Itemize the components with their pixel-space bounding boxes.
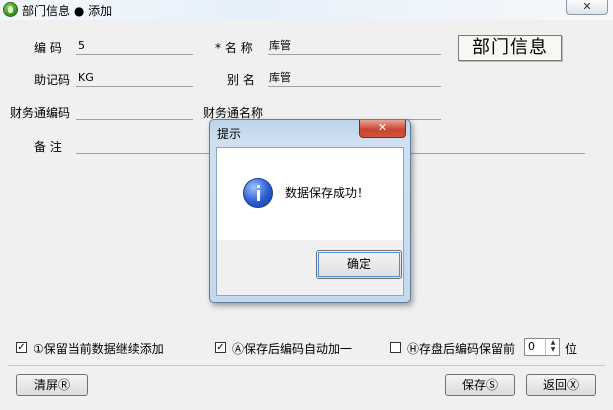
dialog-title: 提示 xyxy=(217,127,242,141)
checkmark-icon: ✓ xyxy=(17,342,26,353)
dialog-message: 数据保存成功！ xyxy=(285,186,370,200)
code-field[interactable]: 5 xyxy=(76,39,193,55)
back-button[interactable]: 返回Ⓧ xyxy=(526,374,596,396)
name-value: 库管 xyxy=(269,39,291,52)
ok-button[interactable]: 确定 xyxy=(316,250,402,279)
fin-code-label: 财务通编码 xyxy=(10,106,71,120)
divider xyxy=(8,365,605,366)
remark-label: 备 注 xyxy=(34,140,62,154)
info-icon xyxy=(243,178,273,208)
auto-increment-label: Ⓐ保存后编码自动加一 xyxy=(232,342,353,356)
alias-label: 别 名 xyxy=(227,73,255,87)
info-dialog: 提示 ✕ 数据保存成功！ 确定 xyxy=(209,119,411,303)
window-title: 部门信息 ● 添加 xyxy=(22,4,113,18)
dialog-close-button[interactable]: ✕ xyxy=(359,120,406,138)
keep-data-label: ①保留当前数据继续添加 xyxy=(33,342,164,356)
auto-increment-checkbox[interactable]: ✓ xyxy=(215,342,226,353)
alias-value: 库管 xyxy=(269,71,291,84)
code-label: 编 码 xyxy=(34,41,62,55)
fin-name-field[interactable] xyxy=(268,104,441,120)
mnemonic-value: KG xyxy=(78,71,94,84)
app-leaf-icon xyxy=(3,2,18,17)
prefix-digits-value: 0 xyxy=(528,340,535,353)
name-label: * 名 称 xyxy=(215,41,253,55)
clear-button[interactable]: 清屏Ⓡ xyxy=(16,374,88,396)
spin-arrows-icon[interactable]: ▲ ▼ xyxy=(545,339,560,355)
save-button[interactable]: 保存Ⓢ xyxy=(445,374,515,396)
dialog-footer: 确定 xyxy=(216,240,404,296)
window-close-button[interactable]: ✕ xyxy=(566,0,608,15)
checkmark-icon: ✓ xyxy=(216,342,225,353)
fin-code-field[interactable] xyxy=(76,104,193,120)
keep-data-checkbox[interactable]: ✓ xyxy=(16,342,27,353)
dept-info-image: 部门信息 xyxy=(458,35,562,61)
mnemonic-field[interactable]: KG xyxy=(76,71,193,87)
keep-prefix-label: Ⓗ存盘后编码保留前 xyxy=(407,342,516,356)
prefix-digits-stepper[interactable]: 0 ▲ ▼ xyxy=(524,338,560,356)
mnemonic-label: 助记码 xyxy=(34,73,71,87)
dialog-body: 数据保存成功！ xyxy=(216,147,404,240)
alias-field[interactable]: 库管 xyxy=(268,71,441,87)
digits-unit-label: 位 xyxy=(565,342,578,356)
keep-prefix-checkbox[interactable] xyxy=(390,342,401,353)
code-value: 5 xyxy=(78,39,85,52)
name-field[interactable]: 库管 xyxy=(268,39,441,55)
